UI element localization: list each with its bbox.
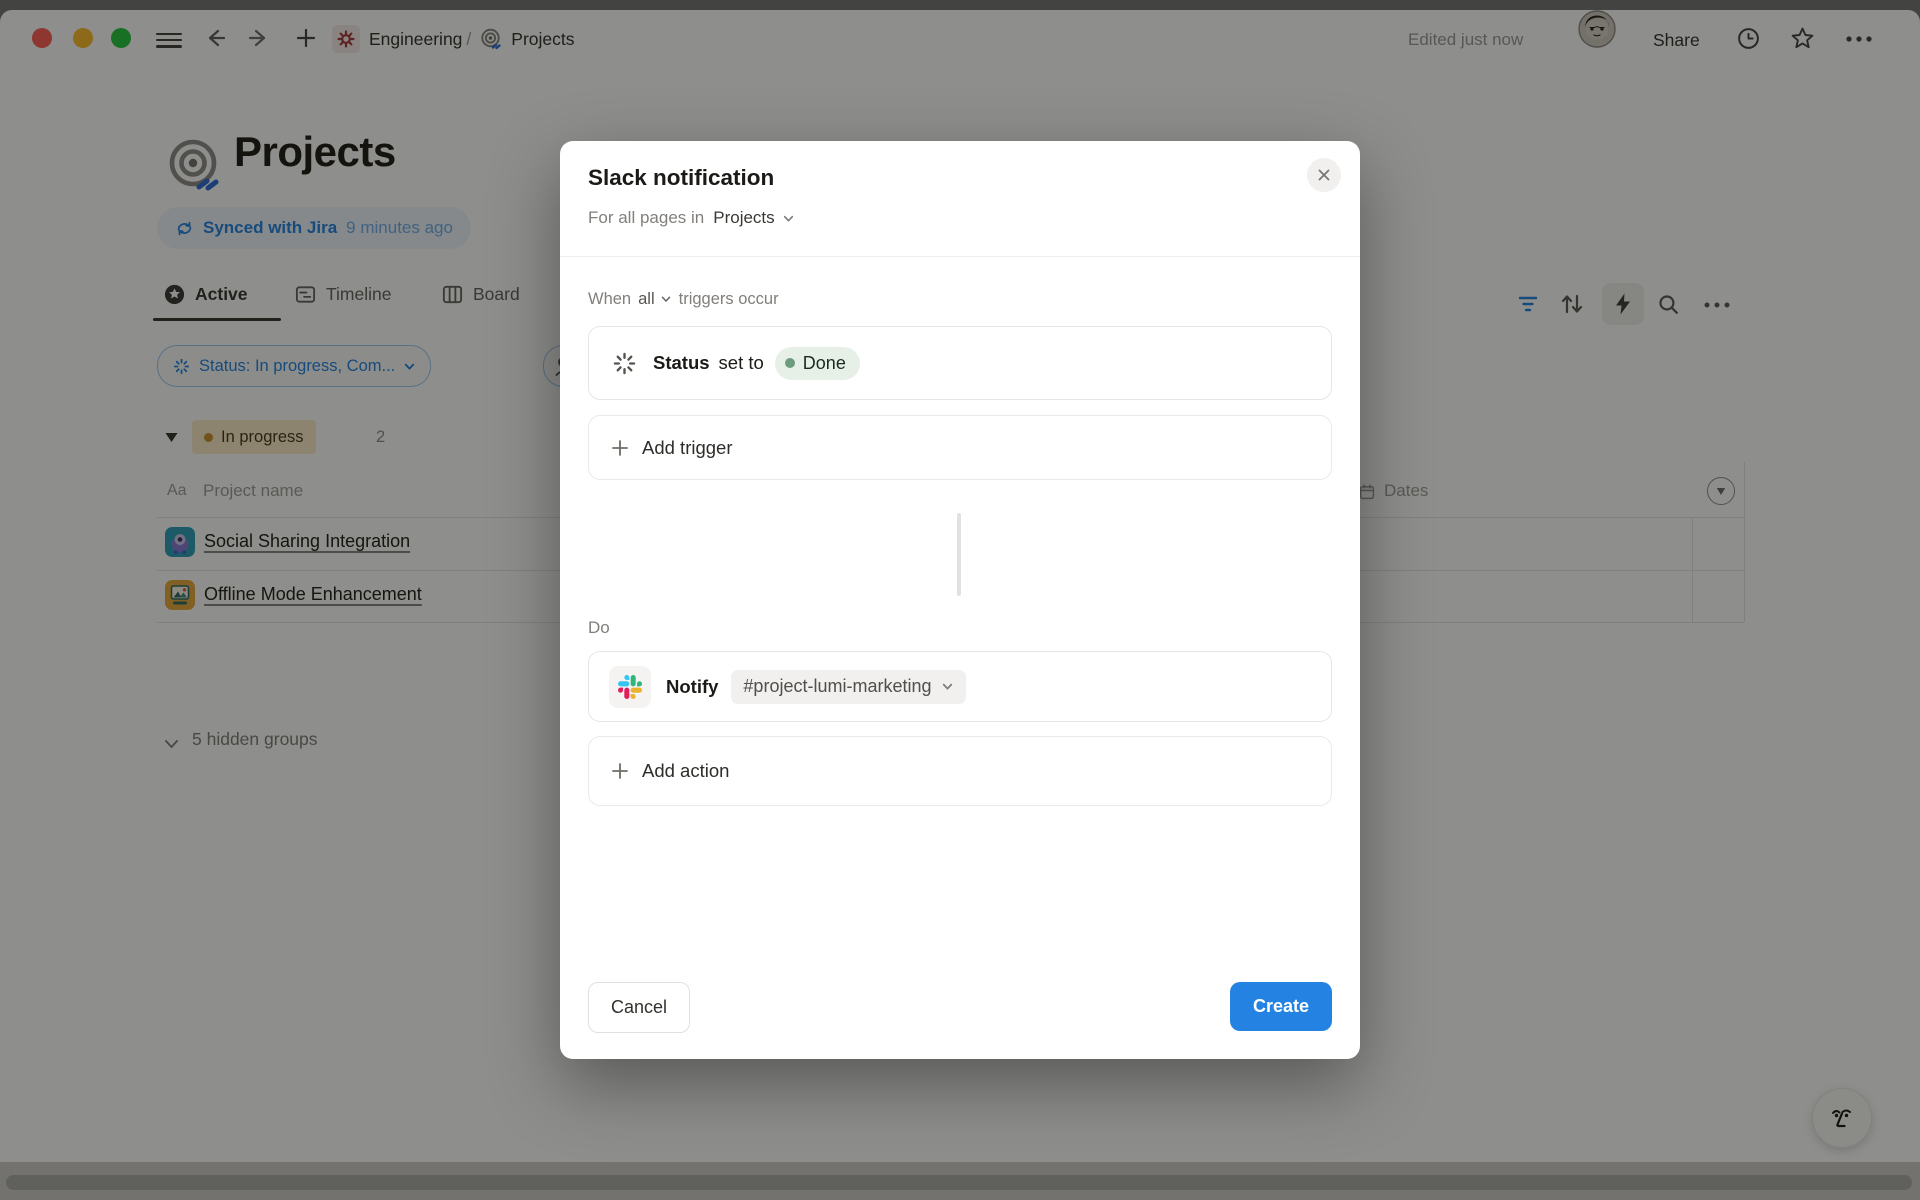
trigger-mode-selector[interactable]: all bbox=[638, 290, 672, 309]
trigger-card[interactable]: Status set to Done bbox=[588, 326, 1332, 400]
scope-row: For all pages in Projects bbox=[588, 205, 795, 231]
when-row: When all triggers occur bbox=[588, 287, 779, 311]
create-button[interactable]: Create bbox=[1230, 982, 1332, 1031]
create-button-label: Create bbox=[1253, 996, 1309, 1017]
slack-icon bbox=[609, 666, 651, 708]
trigger-status-value-pill[interactable]: Done bbox=[775, 347, 860, 380]
action-card[interactable]: Notify #project-lumi-marketing bbox=[588, 651, 1332, 722]
add-trigger-label: Add trigger bbox=[642, 437, 733, 459]
modal-title: Slack notification bbox=[588, 165, 774, 191]
chevron-down-icon bbox=[660, 293, 672, 305]
add-action-button[interactable]: Add action bbox=[588, 736, 1332, 806]
status-dot bbox=[785, 358, 795, 368]
add-trigger-button[interactable]: Add trigger bbox=[588, 415, 1332, 480]
plus-icon bbox=[611, 439, 629, 457]
modal-divider bbox=[560, 256, 1360, 257]
scope-page-name: Projects bbox=[713, 208, 774, 228]
slack-notification-modal: Slack notification For all pages in Proj… bbox=[560, 141, 1360, 1059]
when-suffix: triggers occur bbox=[679, 290, 779, 309]
scope-prefix: For all pages in bbox=[588, 208, 704, 228]
scope-page-selector[interactable]: Projects bbox=[713, 208, 794, 228]
trigger-mode-value: all bbox=[638, 290, 655, 309]
trigger-verb: set to bbox=[719, 352, 764, 374]
chevron-down-icon bbox=[941, 680, 954, 693]
cancel-button[interactable]: Cancel bbox=[588, 982, 690, 1033]
close-icon[interactable] bbox=[1307, 158, 1341, 192]
when-prefix: When bbox=[588, 290, 631, 309]
status-spinner-icon bbox=[611, 350, 638, 377]
chevron-down-icon bbox=[782, 212, 795, 225]
do-section-label: Do bbox=[588, 618, 610, 638]
slack-channel-selector[interactable]: #project-lumi-marketing bbox=[731, 670, 966, 704]
plus-icon bbox=[611, 762, 629, 780]
action-verb: Notify bbox=[666, 676, 718, 698]
flow-connector-line bbox=[957, 513, 961, 596]
trigger-status-value: Done bbox=[803, 353, 846, 374]
trigger-property: Status bbox=[653, 352, 710, 374]
slack-channel-value: #project-lumi-marketing bbox=[743, 676, 931, 697]
add-action-label: Add action bbox=[642, 760, 729, 782]
cancel-button-label: Cancel bbox=[611, 997, 667, 1018]
